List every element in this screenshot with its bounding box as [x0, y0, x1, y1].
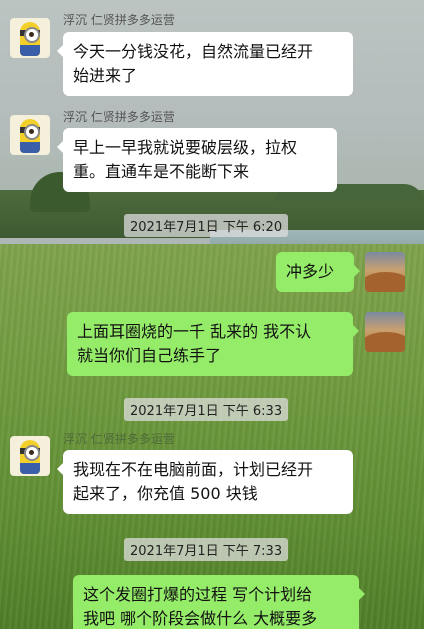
outgoing-message-bubble[interactable]: 上面耳圈烧的一千 乱来的 我不认 就当你们自己练手了 [67, 312, 359, 376]
chat-screen: 浮沉 仁贤拼多多运营 今天一分钱没花，自然流量已经开 始进来了 浮沉 仁贤拼多多… [0, 0, 424, 629]
timestamp: 2021年7月1日 下午 6:20 [124, 214, 289, 237]
message-text-line: 我现在不在电脑前面，计划已经开 [73, 460, 314, 479]
incoming-message-bubble[interactable]: 我现在不在电脑前面，计划已经开 起来了，你充值 500 块钱 [57, 450, 353, 514]
contact-avatar[interactable] [10, 436, 50, 476]
message-text-line: 早上一早我就说要破层级，拉权 [73, 138, 298, 157]
message-text-line: 始进来了 [73, 66, 138, 85]
message-text-line: 这个发圈打爆的过程 写个计划给 [83, 585, 313, 604]
self-avatar[interactable] [365, 312, 405, 352]
minion-eye [24, 27, 40, 43]
message-text-line: 冲多少 [286, 262, 335, 281]
timestamp: 2021年7月1日 下午 6:33 [124, 398, 289, 421]
minion-overall [20, 463, 40, 474]
minion-eye [24, 445, 40, 461]
incoming-message-bubble[interactable]: 今天一分钱没花，自然流量已经开 始进来了 [57, 32, 353, 96]
sender-name: 浮沉 仁贤拼多多运营 [63, 13, 175, 27]
incoming-message-bubble[interactable]: 早上一早我就说要破层级，拉权 重。直通车是不能断下来 [57, 128, 337, 192]
message-text-line: 上面耳圈烧的一千 乱来的 我不认 [77, 322, 312, 341]
timestamp: 2021年7月1日 下午 7:33 [124, 538, 289, 561]
message-text-line: 我吧 哪个阶段会做什么 大概要多 [83, 609, 318, 628]
message-text-line: 就当你们自己练手了 [77, 346, 222, 365]
minion-overall [20, 142, 40, 153]
sender-name: 浮沉 仁贤拼多多运营 [63, 110, 175, 124]
self-avatar[interactable] [365, 252, 405, 292]
outgoing-message-bubble[interactable]: 冲多少 [276, 252, 360, 292]
contact-avatar[interactable] [10, 18, 50, 58]
message-text-line: 今天一分钱没花，自然流量已经开 [73, 42, 314, 61]
minion-eye [24, 124, 40, 140]
message-text-line: 起来了，你充值 500 块钱 [73, 484, 258, 503]
contact-avatar[interactable] [10, 115, 50, 155]
message-text-line: 重。直通车是不能断下来 [73, 162, 250, 181]
sender-name: 浮沉 仁贤拼多多运营 [63, 432, 175, 446]
minion-overall [20, 45, 40, 56]
outgoing-message-bubble[interactable]: 这个发圈打爆的过程 写个计划给 我吧 哪个阶段会做什么 大概要多 [73, 575, 365, 629]
